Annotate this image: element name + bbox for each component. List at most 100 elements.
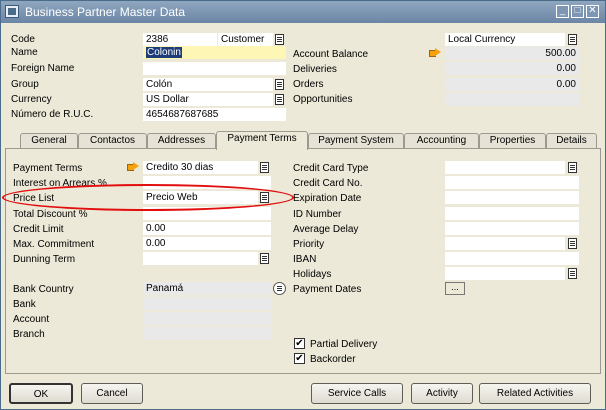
code-field[interactable]: 2386 [143, 33, 217, 46]
tab-contactos[interactable]: Contactos [78, 133, 147, 149]
dunning-term-label: Dunning Term [13, 254, 76, 265]
name-value: Colonin [146, 47, 182, 58]
maximize-icon[interactable]: □ [571, 5, 584, 18]
currency-mode-field[interactable]: Local Currency [445, 33, 565, 46]
list-icon[interactable] [568, 268, 577, 279]
name-label: Name [11, 47, 38, 58]
business-partner-window: Business Partner Master Data _ □ ✕ Code … [0, 0, 606, 410]
total-discount-field[interactable] [143, 207, 271, 220]
link-arrow-icon[interactable] [429, 48, 441, 57]
dunning-term-field[interactable] [143, 252, 258, 265]
account-label: Account [13, 314, 50, 325]
account-field[interactable] [143, 312, 271, 325]
id-number-label: ID Number [293, 209, 342, 220]
tab-payment-system[interactable]: Payment System [308, 133, 404, 149]
related-activities-button[interactable]: Related Activities [479, 383, 591, 404]
tab-accounting[interactable]: Accounting [404, 133, 479, 149]
iban-label: IBAN [293, 254, 317, 265]
list-icon[interactable] [568, 34, 577, 45]
tab-payment-terms[interactable]: Payment Terms [216, 131, 308, 150]
payment-dates-button[interactable]: ... [445, 282, 465, 295]
title-bar[interactable]: Business Partner Master Data _ □ ✕ [1, 1, 605, 23]
link-arrow-icon[interactable] [127, 162, 139, 171]
credit-card-no-label: Credit Card No. [293, 178, 363, 189]
ok-button[interactable]: OK [9, 383, 73, 404]
list-icon[interactable] [568, 162, 577, 173]
average-delay-label: Average Delay [293, 224, 359, 235]
credit-limit-label: Credit Limit [13, 224, 64, 235]
code-label: Code [11, 34, 35, 45]
orders-value: 0.00 [445, 78, 579, 91]
expiration-date-field[interactable] [445, 191, 579, 204]
bank-label: Bank [13, 299, 36, 310]
list-icon[interactable] [275, 94, 284, 105]
cancel-button[interactable]: Cancel [81, 383, 143, 404]
currency-field[interactable]: US Dollar [143, 93, 273, 106]
payment-terms-field[interactable]: Credito 30 dias [143, 161, 258, 174]
tab-details[interactable]: Details [546, 133, 597, 149]
list-icon[interactable] [275, 34, 284, 45]
service-calls-button[interactable]: Service Calls [311, 383, 403, 404]
price-list-label: Price List [13, 193, 55, 204]
interest-arrears-label: Interest on Arrears % [13, 178, 107, 189]
credit-limit-field[interactable]: 0.00 [143, 222, 271, 235]
payment-terms-label: Payment Terms [13, 163, 83, 174]
app-icon [5, 5, 19, 18]
holidays-label: Holidays [293, 269, 332, 280]
name-field[interactable]: Colonin [143, 46, 286, 59]
group-field[interactable]: Colón [143, 78, 273, 91]
iban-field[interactable] [445, 252, 579, 265]
priority-label: Priority [293, 239, 325, 250]
partial-delivery-label: Partial Delivery [310, 339, 378, 350]
tab-general[interactable]: General [20, 133, 78, 149]
branch-field[interactable] [143, 327, 271, 340]
average-delay-field[interactable] [445, 222, 579, 235]
tab-properties[interactable]: Properties [479, 133, 546, 149]
account-balance-label: Account Balance [293, 49, 369, 60]
credit-card-type-field[interactable] [445, 161, 565, 174]
customer-type-field[interactable]: Customer [218, 33, 273, 46]
partial-delivery-checkbox[interactable]: ✔ [294, 338, 305, 349]
expiration-date-label: Expiration Date [293, 193, 362, 204]
branch-label: Branch [13, 329, 45, 340]
foreign-name-label: Foreign Name [11, 63, 75, 74]
bank-country-field[interactable]: Panamá [143, 282, 271, 295]
list-icon[interactable] [260, 162, 269, 173]
currency-label: Currency [11, 94, 52, 105]
interest-arrears-field[interactable] [143, 176, 271, 189]
payment-dates-label: Payment Dates [293, 284, 362, 295]
foreign-name-field[interactable] [143, 62, 286, 75]
activity-button[interactable]: Activity [411, 383, 473, 404]
tab-strip: General Contactos Addresses Payment Term… [1, 131, 605, 150]
account-balance-value: 500.00 [445, 47, 579, 60]
id-number-field[interactable] [445, 207, 579, 220]
credit-card-no-field[interactable] [445, 176, 579, 189]
deliveries-label: Deliveries [293, 64, 337, 75]
list-icon[interactable] [275, 79, 284, 90]
total-discount-label: Total Discount % [13, 209, 88, 220]
opportunities-label: Opportunities [293, 94, 353, 105]
ruc-label: Número de R.U.C. [11, 109, 94, 120]
window-title: Business Partner Master Data [25, 5, 186, 19]
orders-label: Orders [293, 79, 324, 90]
list-icon[interactable] [260, 253, 269, 264]
holidays-field[interactable] [445, 267, 565, 280]
bank-field[interactable] [143, 297, 271, 310]
price-list-field[interactable]: Precio Web [143, 191, 258, 204]
deliveries-value: 0.00 [445, 62, 579, 75]
list-icon[interactable] [273, 282, 286, 295]
minimize-icon[interactable]: _ [556, 5, 569, 18]
priority-field[interactable] [445, 237, 565, 250]
tab-addresses[interactable]: Addresses [147, 133, 216, 149]
bank-country-label: Bank Country [13, 284, 74, 295]
max-commitment-field[interactable]: 0.00 [143, 237, 271, 250]
list-icon[interactable] [568, 238, 577, 249]
list-icon[interactable] [260, 192, 269, 203]
max-commitment-label: Max. Commitment [13, 239, 95, 250]
backorder-checkbox[interactable]: ✔ [294, 353, 305, 364]
opportunities-value [445, 93, 579, 106]
close-icon[interactable]: ✕ [586, 5, 599, 18]
credit-card-type-label: Credit Card Type [293, 163, 369, 174]
backorder-label: Backorder [310, 354, 356, 365]
ruc-field[interactable]: 4654687687685 [143, 108, 286, 121]
